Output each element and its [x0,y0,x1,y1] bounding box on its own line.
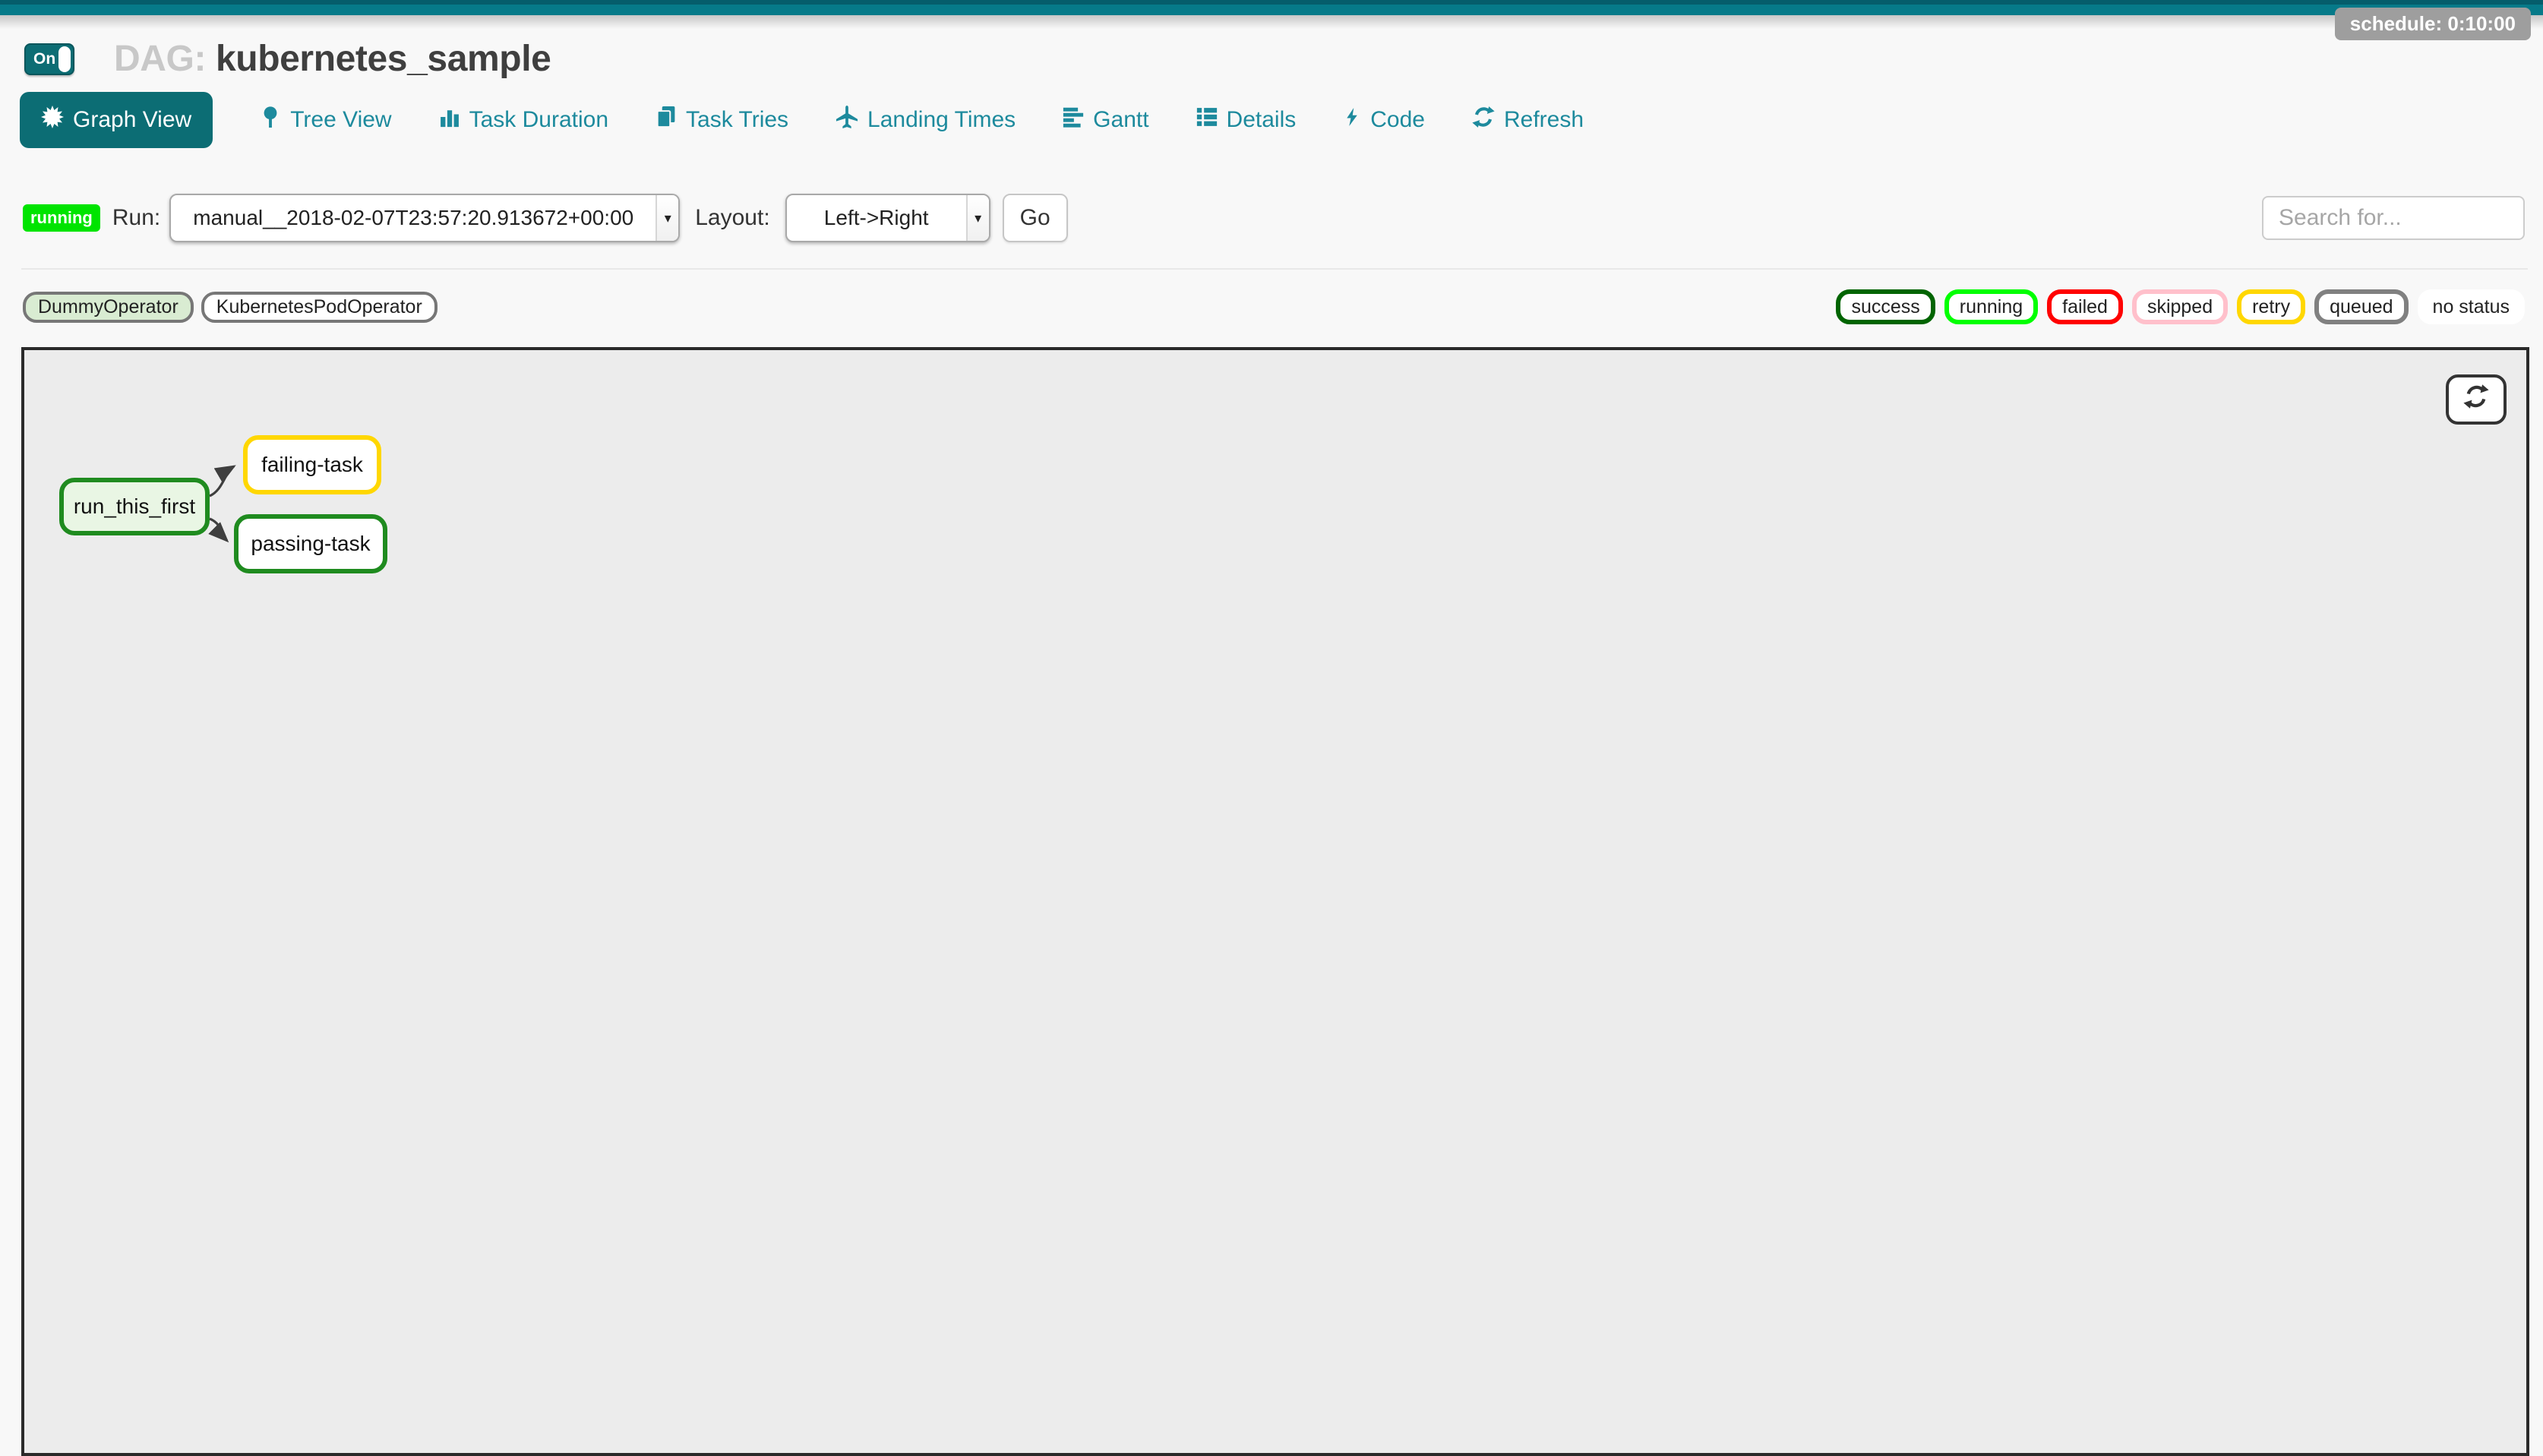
dag-title-prefix: DAG: [114,39,206,79]
divider [21,268,2528,270]
tab-label: Tree View [290,107,391,133]
tab-label: Gantt [1093,107,1148,133]
status-legend: success running failed skipped retry que… [1836,289,2525,324]
status-legend-queued: queued [2314,289,2408,324]
operator-legend-kubernetespod: KubernetesPodOperator [201,292,438,323]
status-legend-success: success [1836,289,1935,324]
dag-edges [24,350,2526,1453]
tab-label: Graph View [73,107,191,133]
run-select[interactable]: manual__2018-02-07T23:57:20.913672+00:00… [169,194,680,242]
status-legend-retry: retry [2237,289,2305,324]
status-legend-skipped: skipped [2132,289,2228,324]
run-controls-row: running Run: manual__2018-02-07T23:57:20… [23,194,2525,242]
status-legend-failed: failed [2047,289,2123,324]
copy-files-icon [655,106,677,134]
tab-refresh[interactable]: Refresh [1472,106,1584,134]
task-node-passing-task[interactable]: passing-task [234,514,387,573]
burst-icon [41,106,64,134]
tab-landing-times[interactable]: Landing Times [836,106,1016,134]
bar-chart-icon [439,106,460,134]
task-node-failing-task[interactable]: failing-task [243,435,381,494]
status-legend-running: running [1944,289,2038,324]
operator-legend-dummy: DummyOperator [23,292,194,323]
toggle-knob [58,46,71,72]
bolt-icon [1343,106,1361,134]
search-input[interactable] [2262,196,2525,240]
tree-icon [260,106,281,134]
tab-tree-view[interactable]: Tree View [260,106,391,134]
tab-label: Task Duration [469,107,608,133]
airflow-graph-view-page: schedule: 0:10:00 On DAG: kubernetes_sam… [0,0,2543,1411]
navbar-shadow [0,15,2543,29]
tab-details[interactable]: Details [1196,106,1297,134]
run-label: Run: [112,205,160,231]
dropdown-arrow-icon: ▾ [655,195,678,241]
align-left-icon [1063,106,1084,134]
page-title: DAG: kubernetes_sample [114,38,551,80]
graph-refresh-button[interactable] [2446,374,2507,425]
dag-graph-canvas: run_this_first failing-task passing-task [21,347,2529,1456]
tab-gantt[interactable]: Gantt [1063,106,1148,134]
tab-label: Task Tries [686,107,788,133]
list-icon [1196,106,1218,134]
task-node-run-this-first[interactable]: run_this_first [59,478,210,535]
view-tabs: Graph View Tree View Task Duration Task … [20,92,2543,148]
tab-code[interactable]: Code [1343,106,1425,134]
tab-graph-view[interactable]: Graph View [20,92,213,148]
plane-icon [836,106,858,134]
run-select-value: manual__2018-02-07T23:57:20.913672+00:00 [171,206,655,230]
dag-header: On DAG: kubernetes_sample [24,38,2543,80]
layout-label: Layout: [695,205,769,231]
status-legend-no-status: no status [2418,289,2525,324]
top-navbar [0,0,2543,15]
dag-run-state-badge: running [23,204,100,232]
tab-label: Refresh [1504,107,1584,133]
tab-label: Details [1227,107,1297,133]
legend-row: DummyOperator KubernetesPodOperator succ… [23,289,2525,324]
layout-select-value: Left->Right [787,206,966,230]
tab-task-tries[interactable]: Task Tries [655,106,788,134]
refresh-icon [2463,384,2489,415]
dag-title-name: kubernetes_sample [216,39,551,79]
tab-label: Landing Times [867,107,1016,133]
go-button[interactable]: Go [1003,194,1068,242]
dropdown-arrow-icon: ▾ [966,195,989,241]
refresh-icon [1472,106,1495,134]
schedule-badge: schedule: 0:10:00 [2335,8,2531,40]
layout-select[interactable]: Left->Right ▾ [785,194,990,242]
toggle-on-label: On [33,50,55,68]
dag-pause-toggle[interactable]: On [24,43,74,75]
tab-label: Code [1370,107,1425,133]
tab-task-duration[interactable]: Task Duration [439,106,608,134]
